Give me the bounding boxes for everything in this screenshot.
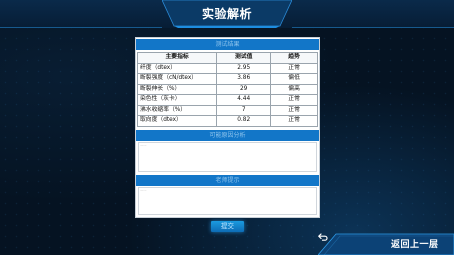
trend-cell: 偏高 <box>270 83 318 95</box>
trend-cell: 正常 <box>270 62 318 74</box>
metric-cell: 取向度（dtex） <box>136 115 218 127</box>
table-row: 沸水收缩率（%） 7 正常 <box>136 104 318 116</box>
trend-cell: 正常 <box>270 94 318 106</box>
metric-cell: 染色性（灰卡） <box>136 94 218 106</box>
metric-cell: 断裂强度（cN/dtex） <box>136 73 218 85</box>
value-cell: 2.95 <box>216 62 272 74</box>
metric-cell: 断裂伸长（%） <box>136 83 218 95</box>
table-header-row: 主要指标 测试值 趋势 <box>136 52 318 64</box>
table-row: 取向度（dtex） 0.82 正常 <box>136 115 318 127</box>
return-arrow-icon <box>318 233 328 241</box>
back-button[interactable]: 返回上一层 <box>318 232 454 255</box>
reasons-section-header: 可能原因分析 <box>136 130 319 141</box>
value-cell: 3.86 <box>216 73 272 85</box>
value-cell: 0.82 <box>216 115 272 127</box>
trend-cell: 偏低 <box>270 73 318 85</box>
table-row: 纤度（dtex） 2.95 正常 <box>136 62 318 74</box>
value-cell: 4.44 <box>216 94 272 106</box>
table-row: 断裂伸长（%） 29 偏高 <box>136 83 318 95</box>
trend-cell: 正常 <box>270 115 318 127</box>
reasons-input[interactable]: ........ <box>138 142 317 172</box>
table-row: 断裂强度（cN/dtex） 3.86 偏低 <box>136 73 318 85</box>
experiment-analysis-screen: 实验解析 测试结果 主要指标 测试值 趋势 纤度（dtex） 2.95 正常 断… <box>0 0 454 255</box>
value-cell: 29 <box>216 83 272 95</box>
column-header-value: 测试值 <box>216 52 272 64</box>
header-line-right <box>292 27 454 28</box>
results-section-header: 测试结果 <box>136 39 319 50</box>
submit-button[interactable]: 提交 <box>211 221 244 232</box>
suggestions-section-header: 老师提示 <box>136 175 319 186</box>
column-header-trend: 趋势 <box>270 52 318 64</box>
value-cell: 7 <box>216 104 272 116</box>
table-row: 染色性（灰卡） 4.44 正常 <box>136 94 318 106</box>
results-table: 主要指标 测试值 趋势 纤度（dtex） 2.95 正常 断裂强度（cN/dte… <box>136 52 318 127</box>
metric-cell: 纤度（dtex） <box>136 62 218 74</box>
suggestions-input[interactable]: ........ <box>138 187 317 215</box>
analysis-panel: 测试结果 主要指标 测试值 趋势 纤度（dtex） 2.95 正常 断裂强度（c… <box>135 37 320 218</box>
metric-cell: 沸水收缩率（%） <box>136 104 218 116</box>
column-header-metric: 主要指标 <box>136 52 218 64</box>
page-title: 实验解析 <box>201 7 252 21</box>
title-plate: 实验解析 <box>162 0 292 28</box>
back-button-label: 返回上一层 <box>391 240 439 250</box>
trend-cell: 正常 <box>270 104 318 116</box>
header-line-left <box>0 27 162 28</box>
